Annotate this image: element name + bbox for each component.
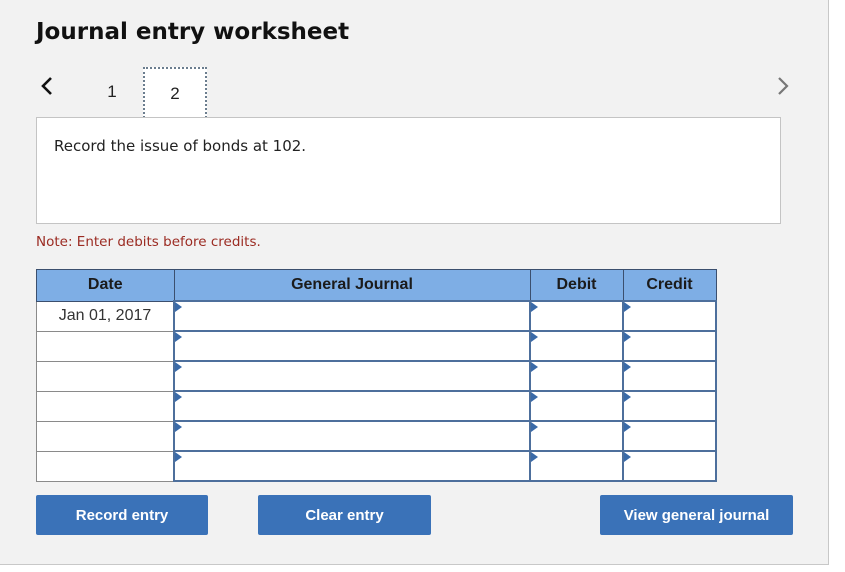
account-input[interactable] xyxy=(175,392,529,420)
table-row xyxy=(36,450,717,482)
header-credit: Credit xyxy=(622,269,717,302)
header-debit: Debit xyxy=(529,269,624,302)
debit-input[interactable] xyxy=(531,452,622,480)
table-row xyxy=(36,360,717,392)
tab-2[interactable]: 2 xyxy=(143,67,207,118)
dropdown-marker-icon xyxy=(175,332,182,342)
debit-input[interactable] xyxy=(531,362,622,390)
tab-1[interactable]: 1 xyxy=(80,67,144,117)
table-row xyxy=(36,390,717,422)
dropdown-marker-icon xyxy=(175,302,182,312)
dropdown-marker-icon xyxy=(175,422,182,432)
account-input[interactable] xyxy=(175,422,529,450)
credit-cell xyxy=(622,390,717,422)
credit-input[interactable] xyxy=(624,452,715,480)
record-entry-button[interactable]: Record entry xyxy=(36,495,208,535)
page-title: Journal entry worksheet xyxy=(36,19,350,45)
credit-input[interactable] xyxy=(624,422,715,450)
dropdown-marker-icon xyxy=(531,362,538,372)
dropdown-marker-icon xyxy=(624,392,631,402)
credit-input[interactable] xyxy=(624,362,715,390)
credit-cell xyxy=(622,300,717,332)
account-cell xyxy=(173,300,531,332)
table-header-row: Date General Journal Debit Credit xyxy=(36,269,717,302)
date-cell xyxy=(36,330,175,362)
account-cell xyxy=(173,330,531,362)
dropdown-marker-icon xyxy=(624,362,631,372)
debit-cell xyxy=(529,360,624,392)
description-box: Record the issue of bonds at 102. xyxy=(36,117,781,224)
chevron-right-icon xyxy=(778,77,789,95)
credit-cell xyxy=(622,360,717,392)
credit-input[interactable] xyxy=(624,392,715,420)
dropdown-marker-icon xyxy=(175,452,182,462)
dropdown-marker-icon xyxy=(175,392,182,402)
worksheet-panel: Journal entry worksheet 1 2 Record the i… xyxy=(0,0,829,565)
debit-cell xyxy=(529,300,624,332)
account-input[interactable] xyxy=(175,332,529,360)
debit-input[interactable] xyxy=(531,422,622,450)
journal-table: Date General Journal Debit Credit Jan 01… xyxy=(36,269,717,482)
credit-input[interactable] xyxy=(624,332,715,360)
account-input[interactable] xyxy=(175,302,529,330)
account-input[interactable] xyxy=(175,362,529,390)
dropdown-marker-icon xyxy=(624,302,631,312)
debit-cell xyxy=(529,390,624,422)
table-row xyxy=(36,420,717,452)
credit-cell xyxy=(622,450,717,482)
header-date: Date xyxy=(36,269,175,302)
table-row: Jan 01, 2017 xyxy=(36,300,717,332)
date-cell xyxy=(36,420,175,452)
view-general-journal-button[interactable]: View general journal xyxy=(600,495,793,535)
dropdown-marker-icon xyxy=(531,392,538,402)
header-general-journal: General Journal xyxy=(173,269,531,302)
dropdown-marker-icon xyxy=(531,332,538,342)
debit-input[interactable] xyxy=(531,392,622,420)
debit-input[interactable] xyxy=(531,332,622,360)
account-cell xyxy=(173,420,531,452)
dropdown-marker-icon xyxy=(624,422,631,432)
dropdown-marker-icon xyxy=(175,362,182,372)
next-button[interactable] xyxy=(773,73,793,99)
credit-cell xyxy=(622,420,717,452)
dropdown-marker-icon xyxy=(531,452,538,462)
dropdown-marker-icon xyxy=(624,452,631,462)
date-cell xyxy=(36,360,175,392)
debit-cell xyxy=(529,330,624,362)
account-cell xyxy=(173,390,531,422)
debit-input[interactable] xyxy=(531,302,622,330)
chevron-left-icon xyxy=(41,77,52,95)
clear-entry-button[interactable]: Clear entry xyxy=(258,495,431,535)
credit-input[interactable] xyxy=(624,302,715,330)
dropdown-marker-icon xyxy=(531,302,538,312)
prev-button[interactable] xyxy=(37,73,57,99)
date-cell: Jan 01, 2017 xyxy=(36,300,175,332)
debit-cell xyxy=(529,420,624,452)
date-cell xyxy=(36,450,175,482)
description-text: Record the issue of bonds at 102. xyxy=(54,137,307,155)
date-cell xyxy=(36,390,175,422)
dropdown-marker-icon xyxy=(624,332,631,342)
dropdown-marker-icon xyxy=(531,422,538,432)
debit-cell xyxy=(529,450,624,482)
table-row xyxy=(36,330,717,362)
account-cell xyxy=(173,450,531,482)
note-text: Note: Enter debits before credits. xyxy=(36,234,261,250)
account-cell xyxy=(173,360,531,392)
credit-cell xyxy=(622,330,717,362)
account-input[interactable] xyxy=(175,452,529,480)
